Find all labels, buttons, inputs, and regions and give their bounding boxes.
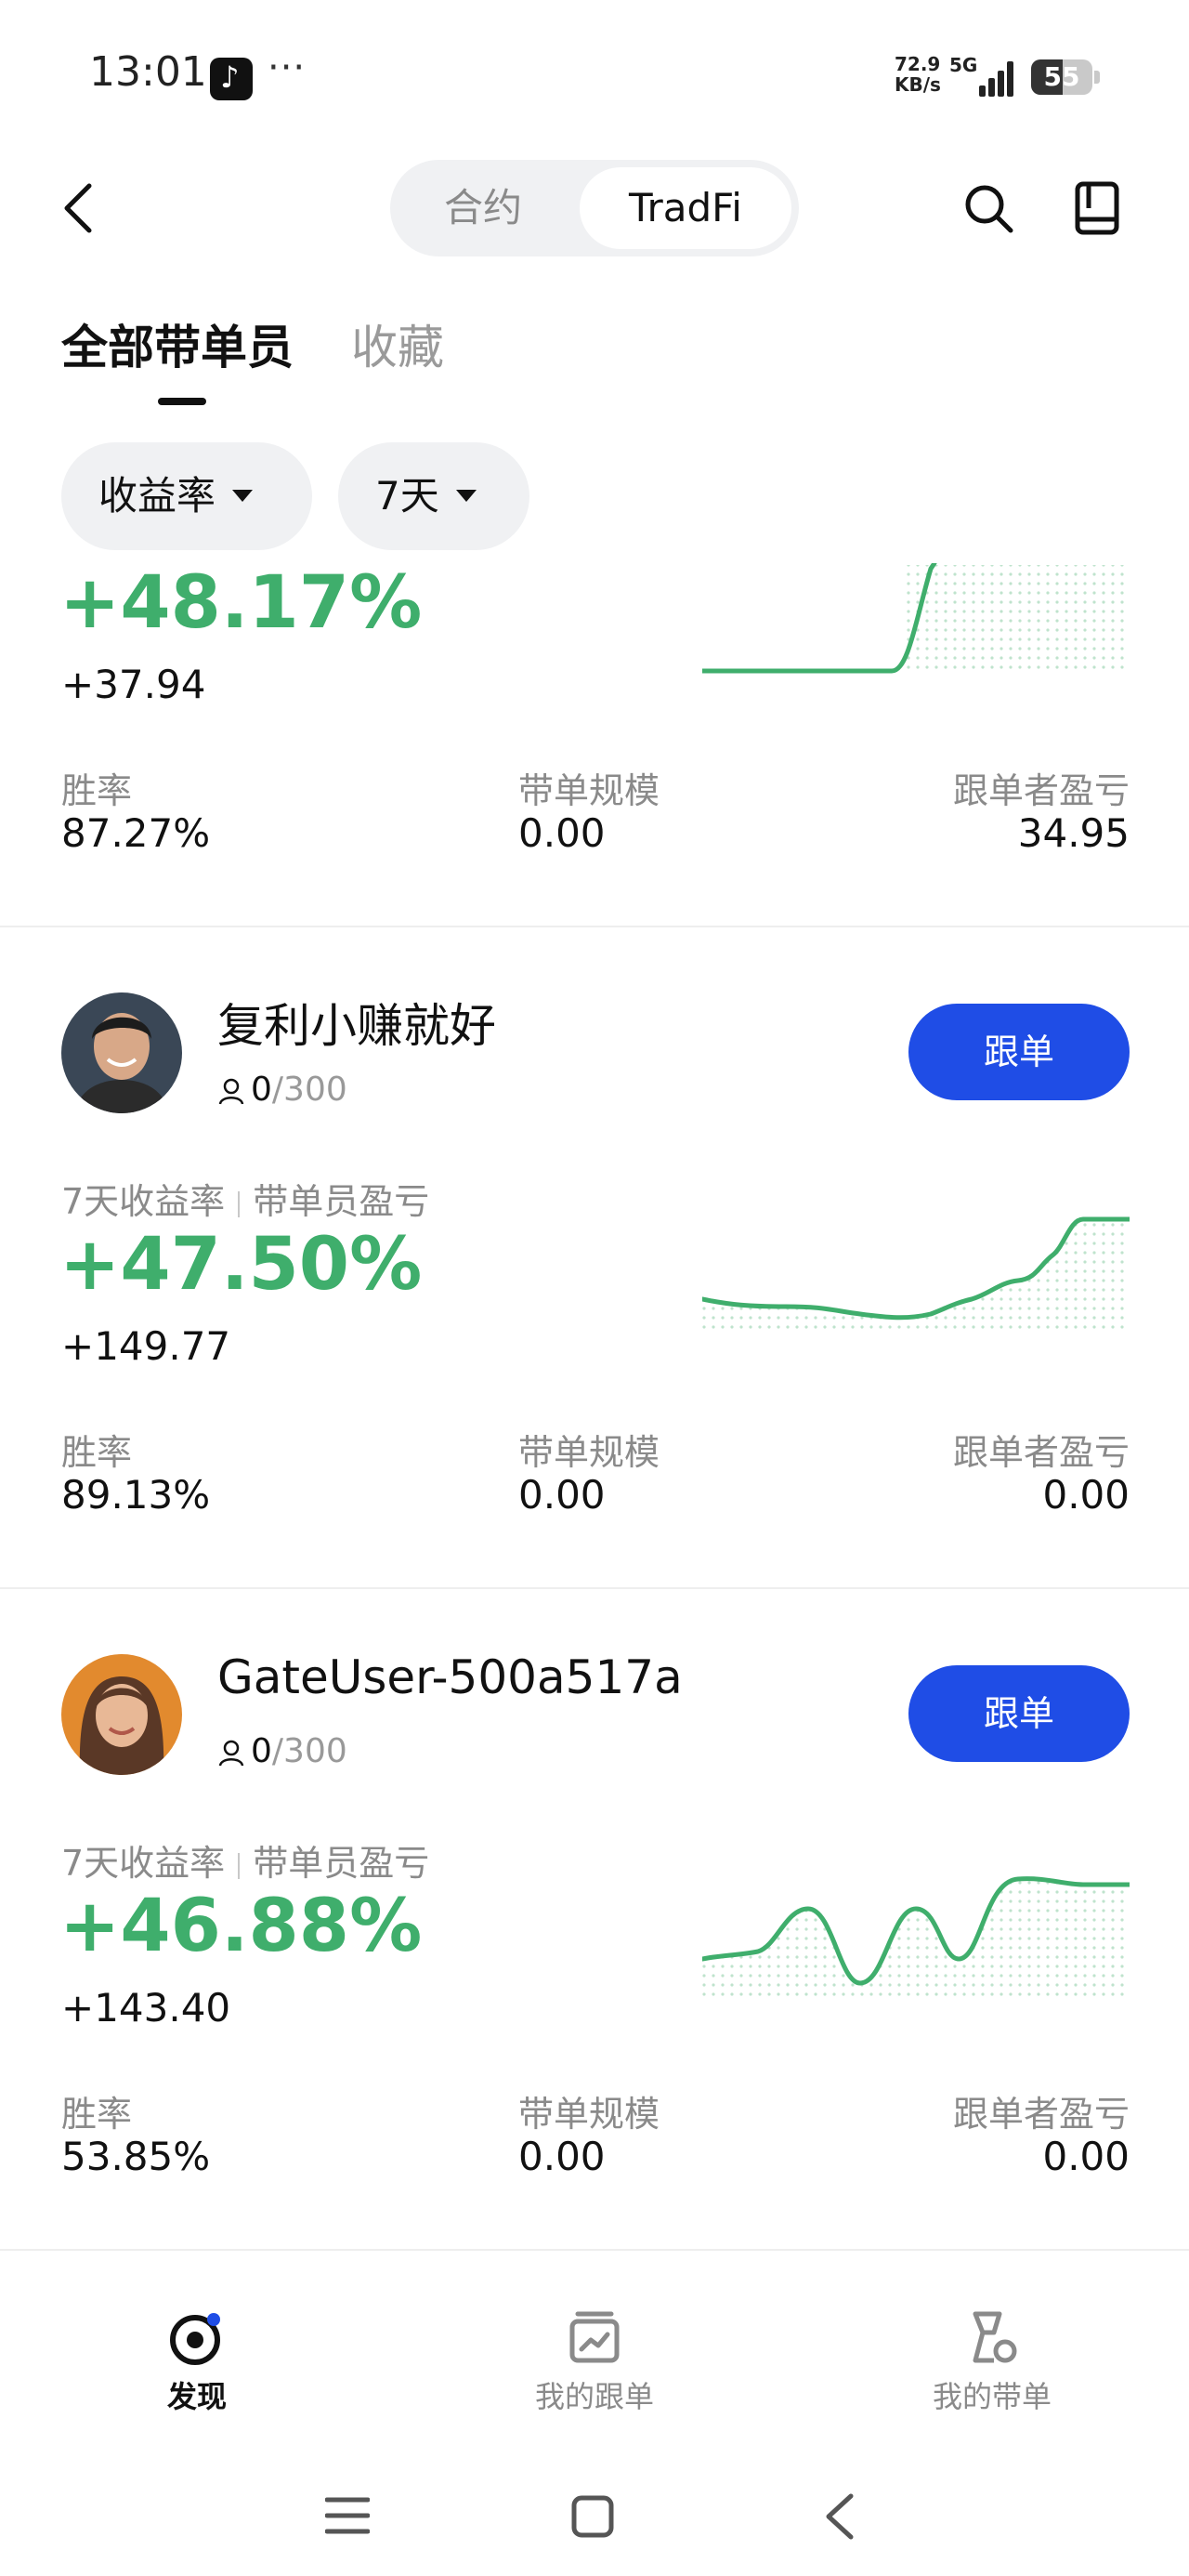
market-segment-control: 合约 TradFi [390,160,799,256]
stat-value: 0.00 [518,810,606,856]
card-divider [0,2249,1189,2251]
stat-value: 0.00 [518,1472,606,1518]
nav-discover[interactable]: 发现 [58,2267,336,2416]
avatar[interactable] [61,1654,182,1775]
follower-current: 0 [251,1071,272,1109]
signal-icon [975,58,1018,97]
stat-label: 胜率 [61,2094,133,2135]
battery-icon: 55 [1031,59,1092,95]
metric-labels: 7天收益率 带单员盈亏 [61,1834,429,1886]
period-filter-label: 7天 [375,473,439,519]
book-icon[interactable] [1074,180,1120,236]
label-separator [238,1852,241,1879]
stat-label: 带单规模 [518,1432,660,1473]
search-icon[interactable] [962,182,1014,234]
stat-label: 胜率 [61,1432,133,1473]
follower-count: 0/300 [217,1732,347,1770]
nav-my-copy[interactable]: 我的跟单 [455,2267,734,2416]
leader-name[interactable]: 复利小赚就好 [217,989,496,1056]
bottom-nav: 发现 我的跟单 我的带单 [0,2267,1189,2453]
person-icon [218,1078,244,1105]
net-speed-value: 72.9 [895,53,941,75]
follower-count: 0/300 [217,1071,347,1109]
leader-pnl-label: 带单员盈亏 [253,1843,430,1884]
metric-labels: 7天收益率 带单员盈亏 [61,1173,429,1224]
avatar[interactable] [61,992,182,1113]
follow-button[interactable]: 跟单 [908,1004,1130,1100]
nav-my-lead-label: 我的带单 [932,2379,1052,2414]
system-nav-bar [0,2453,1189,2576]
network-type: 5G [949,54,978,76]
follower-current: 0 [251,1732,272,1770]
back-nav-icon[interactable] [821,2492,858,2541]
stat-value: 87.27% [61,810,211,856]
stat-label: 带单规模 [518,770,660,811]
return-period-label: 7天收益率 [61,1843,226,1884]
net-speed-unit: KB/s [895,73,941,96]
tab-favorites[interactable]: 收藏 [351,310,444,377]
label-separator [238,1190,241,1217]
stat-label: 跟单者盈亏 [952,1432,1130,1473]
follower-max: /300 [271,1071,347,1109]
sparkline-chart [702,1876,1130,2002]
sparkline-chart [702,1216,1130,1334]
status-time: 13:01 [89,48,207,96]
follow-button[interactable]: 跟单 [908,1665,1130,1762]
stat-label: 胜率 [61,770,133,811]
return-period-label: 7天收益率 [61,1181,226,1222]
sort-filter-dropdown[interactable]: 收益率 [61,442,312,550]
card-divider [0,1587,1189,1589]
leader-pnl: +143.40 [61,1985,231,2031]
person-icon [218,1740,244,1767]
leader-pnl: +37.94 [61,662,206,707]
period-filter-dropdown[interactable]: 7天 [338,442,529,550]
return-pct: +47.50% [59,1223,423,1307]
stat-value: 89.13% [61,1472,211,1518]
caret-down-icon [455,490,477,502]
caret-down-icon [232,490,254,502]
battery-level: 55 [1043,61,1080,92]
stat-value: 0.00 [1042,2134,1130,2179]
sparkline-chart [702,563,1130,674]
leader-pnl-label: 带单员盈亏 [253,1181,430,1222]
net-speed: 72.9 KB/s [895,54,941,95]
tab-indicator [158,398,206,405]
card-divider [0,926,1189,927]
stat-value: 0.00 [518,2134,606,2179]
stat-label: 跟单者盈亏 [952,770,1130,811]
nav-discover-label: 发现 [166,2379,227,2414]
menu-icon[interactable] [325,2496,370,2535]
segment-contract[interactable]: 合约 [390,160,576,256]
home-icon[interactable] [570,2494,615,2539]
nav-my-copy-label: 我的跟单 [534,2379,654,2414]
stat-label: 带单规模 [518,2094,660,2135]
nav-my-lead[interactable]: 我的带单 [853,2267,1131,2416]
segment-tradfi[interactable]: TradFi [580,167,791,249]
stat-value: 0.00 [1042,1472,1130,1518]
stat-value: 53.85% [61,2134,211,2179]
my-copy-icon [565,2308,624,2368]
tiktok-icon [210,58,253,100]
leader-name[interactable]: GateUser-500a517a [217,1650,683,1704]
return-pct: +46.88% [59,1885,423,1968]
discover-icon [167,2308,227,2368]
follower-max: /300 [271,1732,347,1770]
stat-value: 34.95 [1017,810,1130,856]
back-icon[interactable] [58,182,102,234]
leader-pnl: +149.77 [61,1323,231,1369]
my-lead-icon [962,2308,1022,2368]
sort-filter-label: 收益率 [98,473,216,519]
tab-all-leaders[interactable]: 全部带单员 [61,310,294,377]
battery-tip [1094,71,1100,84]
stat-label: 跟单者盈亏 [952,2094,1130,2135]
more-notifications-icon: ··· [268,46,307,89]
return-pct: +48.17% [59,561,423,645]
